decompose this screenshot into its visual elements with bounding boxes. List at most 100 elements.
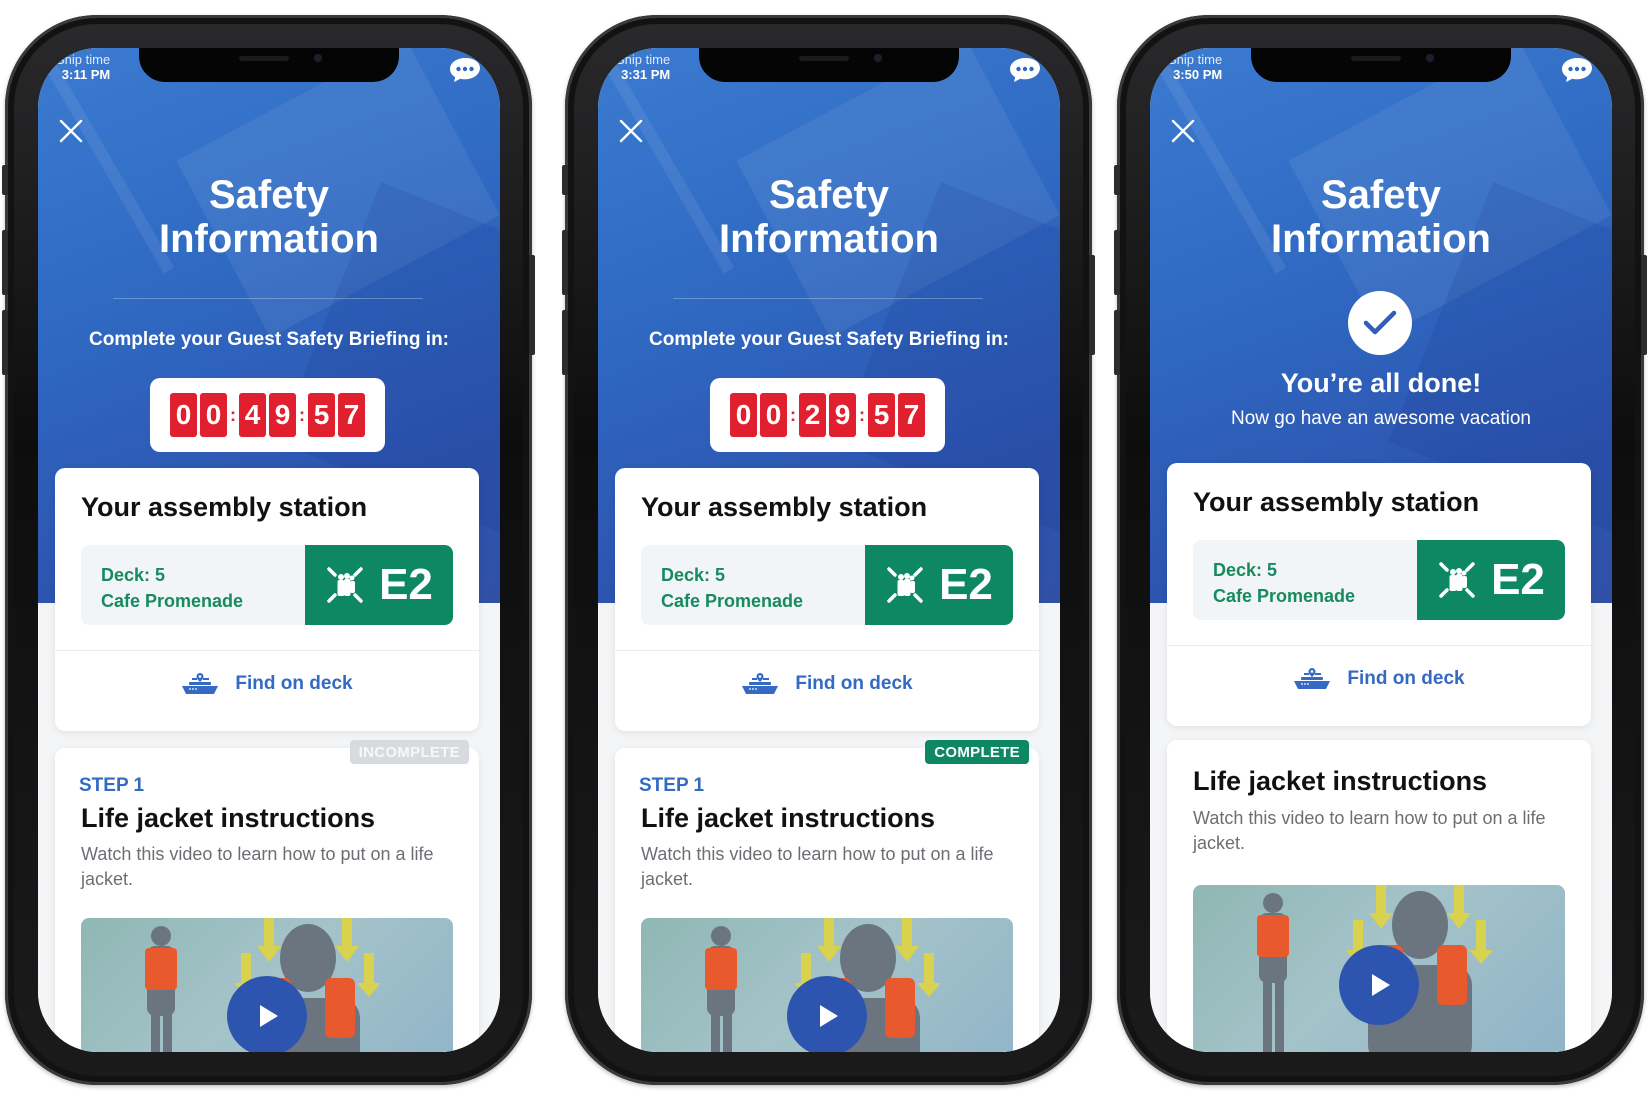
- step-card[interactable]: COMPLETE STEP 1 Life jacket instructions…: [615, 740, 1039, 1052]
- play-button[interactable]: [1339, 945, 1419, 1025]
- play-icon: [1372, 974, 1390, 996]
- step-number: STEP 1: [79, 775, 145, 796]
- ship-time: Ship time 3:11 PM: [56, 52, 110, 82]
- video-thumbnail[interactable]: [1193, 885, 1565, 1052]
- card-divider: [615, 650, 1039, 651]
- ship-time: Ship time 3:50 PM: [1168, 52, 1222, 82]
- ship-time-label: Ship time: [616, 52, 671, 67]
- phone-countdown-complete: Ship time 3:31 PM Safety Information Com…: [562, 15, 1095, 1085]
- countdown-digit: 0: [170, 393, 197, 437]
- ship-location-icon: [1294, 668, 1331, 689]
- step-title: Life jacket instructions: [1193, 766, 1488, 796]
- mute-switch: [562, 165, 568, 195]
- phone-all-done: Ship time 3:50 PM Safety Information You…: [1114, 15, 1647, 1085]
- video-thumbnail[interactable]: [641, 918, 1013, 1052]
- assembly-station-card: Your assembly station Deck: 5 Cafe Prome…: [1167, 463, 1591, 726]
- countdown-timer: 0 0 : 2 9 : 5 7: [710, 378, 945, 452]
- card-divider: [55, 650, 479, 651]
- chat-button[interactable]: [448, 56, 482, 84]
- step-title: Life jacket instructions: [641, 803, 936, 833]
- close-icon: [619, 119, 643, 143]
- close-button[interactable]: [58, 118, 84, 144]
- assembly-station-heading: Your assembly station: [81, 492, 368, 522]
- volume-down-button: [2, 310, 8, 375]
- play-icon: [820, 1005, 838, 1027]
- deck-venue: Cafe Promenade: [101, 591, 244, 611]
- power-button: [1089, 255, 1095, 355]
- countdown-digit: 5: [308, 393, 335, 437]
- ship-time-label: Ship time: [56, 52, 111, 67]
- device-notch: [699, 48, 959, 82]
- status-badge: COMPLETE: [925, 740, 1029, 764]
- station-code: E2: [379, 560, 433, 609]
- volume-down-button: [1114, 310, 1120, 375]
- device-notch: [139, 48, 399, 82]
- station-code-badge: E2: [1417, 540, 1565, 620]
- page-title-line2: Information: [1271, 217, 1491, 261]
- power-button: [529, 255, 535, 355]
- volume-down-button: [562, 310, 568, 375]
- card-divider: [1167, 645, 1591, 646]
- countdown-label: Complete your Guest Safety Briefing in:: [649, 329, 1009, 350]
- stage: Ship time 3:11 PM Safety Information Com…: [0, 0, 1650, 1100]
- close-button[interactable]: [618, 118, 644, 144]
- deck-venue: Cafe Promenade: [661, 591, 804, 611]
- countdown-separator: :: [859, 404, 865, 425]
- video-thumbnail[interactable]: [81, 918, 453, 1052]
- close-icon: [59, 119, 83, 143]
- countdown-digit: 7: [338, 393, 365, 437]
- countdown-digit: 2: [799, 393, 826, 437]
- completion-title: You’re all done!: [1280, 368, 1482, 398]
- chat-button[interactable]: [1008, 56, 1042, 84]
- page-title-line1: Safety: [1320, 173, 1442, 217]
- chat-bubble-icon: [1562, 58, 1592, 82]
- close-button[interactable]: [1170, 118, 1196, 144]
- play-button[interactable]: [787, 976, 867, 1052]
- checkmark-icon: [1363, 310, 1397, 335]
- assembly-station-details: Deck: 5 Cafe Promenade E2: [81, 545, 453, 625]
- app-screen: Ship time 3:50 PM Safety Information You…: [1150, 48, 1612, 1052]
- station-location: Deck: 5 Cafe Promenade: [661, 562, 803, 614]
- step-description: Watch this video to learn how to put on …: [641, 844, 994, 889]
- step-number: STEP 1: [639, 775, 705, 796]
- countdown-digit: 0: [730, 393, 757, 437]
- find-on-deck-link[interactable]: Find on deck: [615, 673, 1039, 695]
- countdown-digit: 9: [829, 393, 856, 437]
- assembly-station-card: Your assembly station Deck: 5 Cafe Prome…: [615, 468, 1039, 731]
- deck-number: Deck: 5: [101, 565, 166, 585]
- ship-time-label: Ship time: [1168, 52, 1223, 67]
- countdown-timer: 0 0 : 4 9 : 5 7: [150, 378, 385, 452]
- ship-time-value: 3:11 PM: [61, 67, 111, 82]
- app-screen: Ship time 3:31 PM Safety Information Com…: [598, 48, 1060, 1052]
- step-card[interactable]: Life jacket instructions Watch this vide…: [1167, 740, 1591, 1052]
- station-location: Deck: 5 Cafe Promenade: [1213, 557, 1355, 609]
- countdown-separator: :: [299, 404, 305, 425]
- assembly-station-details: Deck: 5 Cafe Promenade E2: [1193, 540, 1565, 620]
- status-badge: INCOMPLETE: [349, 740, 469, 764]
- step-card[interactable]: INCOMPLETE STEP 1 Life jacket instructio…: [55, 740, 479, 1052]
- page-title-line1: Safety: [768, 173, 890, 217]
- page-title-line2: Information: [159, 217, 379, 261]
- countdown-digit: 7: [898, 393, 925, 437]
- ship-location-icon: [742, 673, 779, 694]
- play-button[interactable]: [227, 976, 307, 1052]
- app-screen: Ship time 3:11 PM Safety Information Com…: [38, 48, 500, 1052]
- ship-time-value: 3:50 PM: [1173, 67, 1223, 82]
- station-location: Deck: 5 Cafe Promenade: [101, 562, 243, 614]
- deck-number: Deck: 5: [661, 565, 726, 585]
- chat-bubble-icon: [450, 58, 480, 82]
- find-on-deck-link[interactable]: Find on deck: [55, 673, 479, 695]
- page-title-line2: Information: [719, 217, 939, 261]
- assembly-station-icon: [887, 567, 923, 603]
- power-button: [1641, 255, 1647, 355]
- chat-button[interactable]: [1560, 56, 1594, 84]
- find-on-deck-link[interactable]: Find on deck: [1167, 668, 1591, 690]
- assembly-station-icon: [1439, 562, 1475, 598]
- assembly-station-heading: Your assembly station: [641, 492, 928, 522]
- ship-time-value: 3:31 PM: [621, 67, 671, 82]
- page-title: Safety Information: [1150, 173, 1612, 261]
- ship-location-icon: [182, 673, 219, 694]
- volume-up-button: [2, 230, 8, 295]
- countdown-digit: 0: [200, 393, 227, 437]
- chat-bubble-icon: [1010, 58, 1040, 82]
